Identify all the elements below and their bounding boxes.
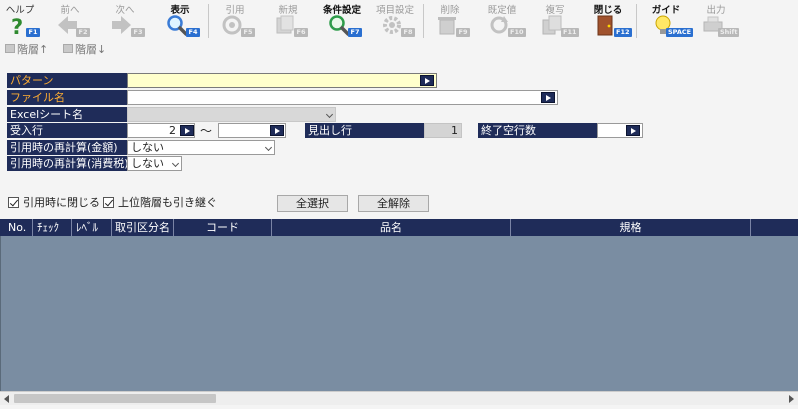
recalc-amount-select[interactable]: しない bbox=[127, 140, 275, 155]
help-button[interactable]: ヘルプ ? F1 bbox=[0, 0, 40, 40]
column-header-product-name[interactable]: 品名 bbox=[272, 219, 511, 236]
file-name-input[interactable] bbox=[127, 90, 558, 105]
checkbox-checked-icon bbox=[8, 196, 19, 208]
reset-icon bbox=[490, 16, 508, 34]
display-button[interactable]: 表示 F4 bbox=[160, 0, 200, 40]
prev-button[interactable]: 前へ F2 bbox=[50, 0, 90, 40]
checkbox-checked-icon bbox=[103, 196, 114, 208]
trash-icon bbox=[438, 17, 456, 35]
pattern-input[interactable] bbox=[127, 73, 437, 88]
grid-body[interactable] bbox=[0, 236, 798, 391]
close-button[interactable]: 閉じる F12 bbox=[588, 0, 632, 40]
condition-search-icon bbox=[329, 15, 350, 36]
delete-button[interactable]: 削除 F9 bbox=[430, 0, 470, 40]
range-separator: ～ bbox=[200, 124, 213, 138]
new-button[interactable]: 新規 F6 bbox=[268, 0, 308, 40]
column-header-specification[interactable]: 規格 bbox=[511, 219, 751, 236]
copy-button[interactable]: 複写 F11 bbox=[535, 0, 579, 40]
inherit-parent-checkbox[interactable]: 上位階層も引き継ぐ bbox=[103, 195, 217, 209]
copy-icon bbox=[542, 15, 562, 35]
column-header-transaction-type[interactable]: 取引区分名 bbox=[112, 219, 174, 236]
toolbar-separator bbox=[208, 4, 209, 38]
receive-row-to-button[interactable] bbox=[270, 125, 284, 136]
close-door-icon bbox=[597, 15, 613, 36]
header-row-value: 1 bbox=[424, 123, 462, 138]
svg-text:?: ? bbox=[11, 15, 23, 36]
prev-arrow-icon bbox=[58, 16, 77, 34]
file-name-label: ファイル名 bbox=[7, 90, 127, 105]
hierarchy-icon bbox=[5, 44, 15, 53]
help-icon: ? bbox=[11, 15, 23, 36]
header-row-label: 見出し行 bbox=[305, 123, 424, 138]
next-arrow-icon bbox=[112, 16, 131, 34]
end-blank-rows-button[interactable] bbox=[626, 125, 640, 136]
pattern-select-button[interactable] bbox=[420, 75, 434, 86]
chevron-down-icon bbox=[325, 110, 334, 119]
scrollbar-thumb[interactable] bbox=[14, 394, 216, 403]
column-header-check[interactable]: ﾁｪｯｸ bbox=[33, 219, 72, 236]
pattern-label: パターン bbox=[7, 73, 127, 88]
search-icon bbox=[167, 15, 188, 36]
chevron-down-icon bbox=[171, 159, 180, 168]
next-button[interactable]: 次へ F3 bbox=[105, 0, 145, 40]
horizontal-scrollbar[interactable] bbox=[0, 391, 798, 405]
close-on-cite-checkbox[interactable]: 引用時に閉じる bbox=[8, 195, 100, 209]
output-button[interactable]: 出力 Shift bbox=[696, 0, 740, 40]
excel-sheet-label: Excelシート名 bbox=[7, 107, 127, 122]
gear-icon bbox=[383, 16, 401, 34]
condition-setting-button[interactable]: 条件設定 F7 bbox=[322, 0, 362, 40]
scroll-left-icon[interactable] bbox=[4, 395, 9, 403]
deselect-all-button[interactable]: 全解除 bbox=[358, 195, 429, 212]
item-setting-button[interactable]: 項目設定 F8 bbox=[375, 0, 415, 40]
scroll-right-icon[interactable] bbox=[789, 395, 794, 403]
receive-row-label: 受入行 bbox=[7, 123, 127, 138]
column-header-code[interactable]: コード bbox=[174, 219, 272, 236]
toolbar-separator bbox=[423, 4, 424, 38]
select-all-button[interactable]: 全選択 bbox=[277, 195, 348, 212]
guide-button[interactable]: ガイド SPACE bbox=[646, 0, 694, 40]
receive-row-from-button[interactable] bbox=[180, 125, 194, 136]
grid-header: No. ﾁｪｯｸ ﾚﾍﾞﾙ 取引区分名 コード 品名 規格 bbox=[0, 219, 798, 236]
cite-button[interactable]: 引用 F5 bbox=[215, 0, 255, 40]
column-header-no[interactable]: No. bbox=[0, 219, 33, 236]
toolbar-separator bbox=[636, 4, 637, 38]
chevron-down-icon bbox=[264, 143, 273, 152]
hierarchy-down-button[interactable]: 階層↓ bbox=[63, 41, 106, 56]
hierarchy-up-button[interactable]: 階層↑ bbox=[5, 41, 48, 56]
file-browse-button[interactable] bbox=[541, 92, 555, 103]
end-blank-rows-label: 終了空行数 bbox=[478, 123, 597, 138]
cite-icon bbox=[222, 15, 242, 35]
column-header-extra bbox=[751, 219, 798, 236]
recalc-amount-label: 引用時の再計算(金額) bbox=[7, 140, 127, 155]
excel-sheet-select[interactable] bbox=[127, 107, 336, 122]
recalc-tax-label: 引用時の再計算(消費税) bbox=[7, 156, 129, 171]
recalc-tax-select[interactable]: しない bbox=[127, 156, 182, 171]
hierarchy-icon bbox=[63, 44, 73, 53]
column-header-level[interactable]: ﾚﾍﾞﾙ bbox=[72, 219, 112, 236]
toolbar: ヘルプ ? F1 前へ F2 次へ F3 表示 F4 引用 F5 新規 F6 条… bbox=[0, 0, 798, 40]
new-document-icon bbox=[276, 15, 294, 34]
default-value-button[interactable]: 既定値 F10 bbox=[482, 0, 526, 40]
